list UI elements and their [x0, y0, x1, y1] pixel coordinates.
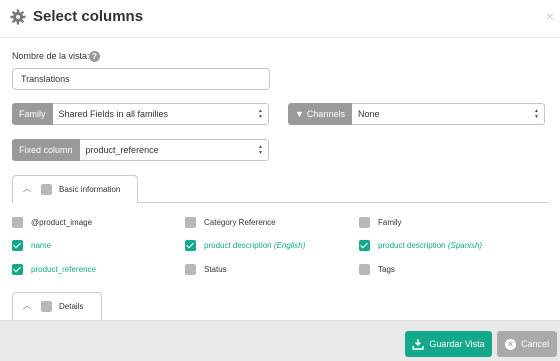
- checkbox-icon[interactable]: [359, 240, 370, 251]
- family-select-group: Family Shared Fields in all families ▲ ▼: [12, 103, 269, 125]
- help-icon[interactable]: ?: [89, 51, 100, 62]
- field-label: name: [31, 241, 52, 250]
- fixed-column-selected-value: product_reference: [85, 145, 159, 155]
- channels-select-group: ▼ Channels None ▲ ▼: [288, 103, 545, 125]
- channels-select[interactable]: None ▲ ▼: [351, 103, 545, 125]
- field-label: Tags: [378, 265, 395, 274]
- fixed-column-select[interactable]: product_reference ▲ ▼: [79, 139, 269, 161]
- select-arrows-icon: ▲ ▼: [258, 144, 263, 156]
- select-columns-modal: Select columns × Nombre de la vista: ? F…: [0, 0, 560, 361]
- close-icon[interactable]: ×: [546, 8, 554, 24]
- modal-footer: Guardar Vista × Cancel: [0, 320, 560, 361]
- modal-header: Select columns ×: [0, 0, 560, 38]
- field-family[interactable]: Family: [359, 217, 402, 228]
- cancel-label: Cancel: [520, 339, 549, 349]
- field-tags[interactable]: Tags: [359, 264, 395, 275]
- checkbox-icon[interactable]: [12, 264, 23, 275]
- field-label: product description (Spanish): [378, 241, 482, 250]
- chevron-up-icon[interactable]: ︿: [23, 300, 31, 311]
- filter-icon: ▼: [295, 109, 304, 119]
- field-label-locale: (Spanish): [447, 241, 483, 250]
- field-name[interactable]: name: [12, 240, 51, 251]
- group-label-basic-information: Basic information: [59, 185, 121, 194]
- cancel-button[interactable]: × Cancel: [497, 331, 557, 357]
- save-view-label: Guardar Vista: [429, 339, 485, 349]
- channels-addon: ▼ Channels: [288, 103, 352, 125]
- family-addon: Family: [12, 103, 53, 125]
- modal-title: Select columns: [33, 8, 144, 25]
- field-label: product description (English): [204, 241, 305, 250]
- fixed-column-select-group: Fixed column product_reference ▲ ▼: [12, 139, 269, 161]
- gear-icon: [10, 9, 26, 25]
- field-label-text: product description: [204, 241, 272, 250]
- field-label: Family: [378, 218, 402, 227]
- field-category-reference[interactable]: Category Reference: [185, 217, 276, 228]
- save-view-button[interactable]: Guardar Vista: [405, 331, 492, 357]
- channels-selected-value: None: [357, 109, 380, 119]
- field-product-description-spanish[interactable]: product description (Spanish): [359, 240, 482, 251]
- checkbox-icon[interactable]: [185, 240, 196, 251]
- family-selected-value: Shared Fields in all families: [58, 109, 169, 119]
- view-name-label: Nombre de la vista:: [12, 51, 90, 61]
- field-product-image[interactable]: @product_image: [12, 217, 92, 228]
- field-label-locale: (English): [273, 241, 306, 250]
- group-checkbox-details[interactable]: [41, 301, 52, 312]
- view-name-input[interactable]: [12, 68, 270, 90]
- group-tab-details[interactable]: ︿ Details: [12, 292, 102, 320]
- save-icon: [412, 338, 425, 350]
- checkbox-icon[interactable]: [185, 217, 196, 228]
- field-label: Category Reference: [204, 218, 276, 227]
- cancel-circle-icon: ×: [504, 338, 516, 350]
- checkbox-icon[interactable]: [185, 264, 196, 275]
- select-arrows-icon: ▲ ▼: [258, 108, 263, 120]
- checkbox-icon[interactable]: [359, 264, 370, 275]
- chevron-up-icon[interactable]: ︿: [23, 183, 31, 194]
- group-tab-basic-information[interactable]: ︿ Basic information: [12, 175, 138, 203]
- checkbox-icon[interactable]: [12, 240, 23, 251]
- field-label: product_reference: [31, 265, 96, 274]
- family-select[interactable]: Shared Fields in all families ▲ ▼: [52, 103, 269, 125]
- select-arrows-icon: ▲ ▼: [534, 108, 539, 120]
- checkbox-icon[interactable]: [359, 217, 370, 228]
- field-product-reference[interactable]: product_reference: [12, 264, 96, 275]
- field-label: @product_image: [31, 218, 93, 227]
- field-label-text: product description: [378, 241, 446, 250]
- group-checkbox-basic-information[interactable]: [41, 184, 52, 195]
- group-label-details: Details: [59, 302, 84, 311]
- checkbox-icon[interactable]: [12, 217, 23, 228]
- fixed-column-addon: Fixed column: [12, 139, 80, 161]
- field-label: Status: [204, 265, 227, 274]
- channels-addon-label: Channels: [306, 109, 345, 119]
- field-status[interactable]: Status: [185, 264, 227, 275]
- field-product-description-english[interactable]: product description (English): [185, 240, 305, 251]
